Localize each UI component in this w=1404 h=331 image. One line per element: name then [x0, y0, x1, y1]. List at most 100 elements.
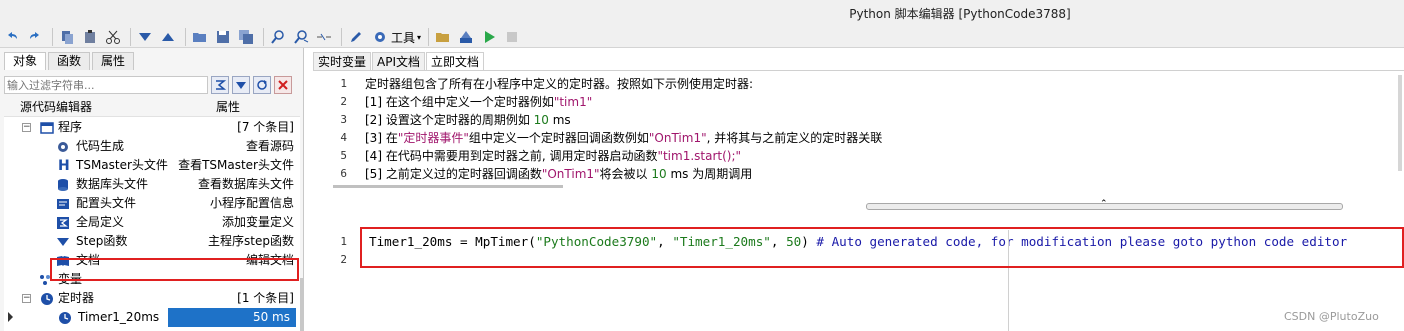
stop-icon: [507, 32, 518, 42]
triangle-down-icon: [139, 33, 151, 41]
tree-item-label: Timer1_20ms: [78, 310, 160, 324]
line-number: 5: [340, 149, 347, 162]
find-button[interactable]: [268, 27, 288, 47]
doc-vertical-scrollbar[interactable]: [1398, 75, 1402, 171]
collapse-toggle-icon[interactable]: −: [22, 123, 31, 132]
object-tree: 源代码编辑器 属性 − 程序 [7 个条目] 代码生成 查看源码 H TSMas…: [4, 98, 300, 331]
filter-sigma-button[interactable]: [211, 76, 229, 94]
replace-icon: [317, 33, 331, 41]
clock-icon: [41, 293, 53, 305]
tree-node-label: 定时器: [58, 291, 95, 305]
find-next-button[interactable]: [291, 27, 311, 47]
tree-item-timer[interactable]: Timer1_20ms 50 ms: [4, 308, 300, 327]
tree-node-program[interactable]: − 程序 [7 个条目]: [4, 118, 300, 137]
toolbar-separator: [428, 28, 430, 46]
tools-menu-label: 工具: [391, 30, 416, 45]
config-icon: [57, 199, 69, 209]
tree-header-property: 属性: [216, 100, 241, 114]
doc-text: [3] 在"定时器事件"组中定义一个定时器回调函数例如"OnTim1", 并将其…: [365, 131, 883, 145]
play-icon: [485, 31, 496, 43]
move-up-button[interactable]: [158, 27, 178, 47]
chevron-up-icon[interactable]: ⌃: [1100, 199, 1110, 209]
tools-menu[interactable]: 工具 ▾: [369, 27, 424, 47]
doc-text: [1] 在这个组中定义一个定时器例如"tim1": [365, 95, 593, 109]
move-down-button[interactable]: [135, 27, 155, 47]
line-number: 4: [340, 131, 347, 144]
pencil-icon: [351, 32, 361, 42]
save-button[interactable]: [213, 27, 233, 47]
tree-scrollbar[interactable]: [300, 278, 304, 331]
tree-item-value: 添加变量定义: [221, 215, 294, 229]
clock-icon: [59, 312, 71, 324]
chevron-down-icon: ▾: [417, 32, 422, 42]
paste-button[interactable]: [80, 27, 100, 47]
tab-api-docs[interactable]: API文档: [372, 52, 426, 70]
compile-button[interactable]: [456, 27, 476, 47]
refresh-icon: [257, 80, 267, 90]
cut-button[interactable]: [103, 27, 123, 47]
sigma-icon: [216, 80, 226, 90]
watermark: CSDN @PlutoZuo: [1284, 310, 1379, 323]
toolbar: 工具 ▾: [2, 26, 525, 48]
line-number: 6: [340, 167, 347, 180]
window-icon: [40, 122, 54, 134]
tree-item-label: 代码生成: [76, 139, 125, 153]
toolbar-separator: [185, 28, 186, 46]
save-icon: [217, 31, 229, 43]
copy-button[interactable]: [57, 27, 77, 47]
clear-filter-button[interactable]: [274, 76, 292, 94]
tree-node-count: [7 个条目]: [237, 120, 294, 134]
timer-value-cell[interactable]: 50 ms: [168, 308, 296, 327]
tab-objects[interactable]: 对象: [4, 52, 47, 70]
tree-item-config-header[interactable]: 配置头文件 小程序配置信息: [4, 194, 300, 213]
tree-item-label: 全局定义: [76, 215, 125, 229]
tree-item-step-func[interactable]: Step函数 主程序step函数: [4, 232, 300, 251]
tree-item-database-header[interactable]: 数据库头文件 查看数据库头文件: [4, 175, 300, 194]
filter-dropdown-button[interactable]: [232, 76, 250, 94]
open-button[interactable]: [190, 27, 210, 47]
search-icon: [271, 30, 284, 44]
stop-button[interactable]: [502, 27, 522, 47]
collapse-toggle-icon[interactable]: −: [22, 294, 31, 303]
timer-value: 50 ms: [252, 310, 290, 324]
tree-item-global-def[interactable]: 全局定义 添加变量定义: [4, 213, 300, 232]
tree-item-value: 查看TSMaster头文件: [178, 158, 294, 172]
close-icon: [278, 80, 288, 90]
title-bar: Python 脚本编辑器 [PythonCode3788] 工具 ▾: [0, 0, 1404, 48]
tree-node-timers[interactable]: − 定时器 [1 个条目]: [4, 289, 300, 308]
scissors-icon: [106, 30, 120, 44]
tab-instant-docs[interactable]: 立即文档: [426, 52, 485, 70]
h-icon: H: [58, 158, 70, 174]
undo-button[interactable]: [2, 27, 22, 47]
toolbar-separator: [52, 28, 53, 46]
tab-live-variables[interactable]: 实时变量: [313, 52, 372, 70]
edit-button[interactable]: [346, 27, 366, 47]
doc-horizontal-scrollbar[interactable]: [333, 185, 563, 188]
load-button[interactable]: [433, 27, 453, 47]
triangle-down-icon: [236, 82, 246, 89]
doc-tab-bar: 实时变量 API文档 立即文档: [313, 52, 485, 70]
tree-header-name: 源代码编辑器: [20, 100, 93, 114]
tree-item-code-gen[interactable]: 代码生成 查看源码: [4, 137, 300, 156]
tab-properties[interactable]: 属性: [92, 52, 135, 70]
tree-node-label: 程序: [58, 120, 83, 134]
tab-functions[interactable]: 函数: [48, 52, 91, 70]
run-button[interactable]: [479, 27, 499, 47]
filter-row: [4, 75, 300, 95]
replace-button[interactable]: [314, 27, 334, 47]
tree-item-tsmaster-header[interactable]: H TSMaster头文件 查看TSMaster头文件: [4, 156, 300, 175]
tree-item-value: 查看源码: [245, 139, 294, 153]
refresh-button[interactable]: [253, 76, 271, 94]
timer-highlight-box: [50, 258, 299, 281]
doc-viewer: 1 定时器组包含了所有在小程序中定义的定时器。按照如下示例使用定时器: 2 [1…: [313, 70, 1404, 196]
filter-input[interactable]: [4, 76, 208, 94]
save-all-button[interactable]: [236, 27, 256, 47]
doc-text: [4] 在代码中需要用到定时器之前, 调用定时器启动函数"tim1.start(…: [365, 149, 742, 163]
tree-item-value: 小程序配置信息: [209, 196, 294, 210]
gear-icon: [58, 142, 68, 152]
undo-icon: [8, 32, 17, 39]
tree-item-label: TSMaster头文件: [76, 158, 168, 172]
redo-button[interactable]: [25, 27, 45, 47]
tree-node-count: [1 个条目]: [237, 291, 294, 305]
tree-header: 源代码编辑器 属性: [4, 98, 300, 117]
